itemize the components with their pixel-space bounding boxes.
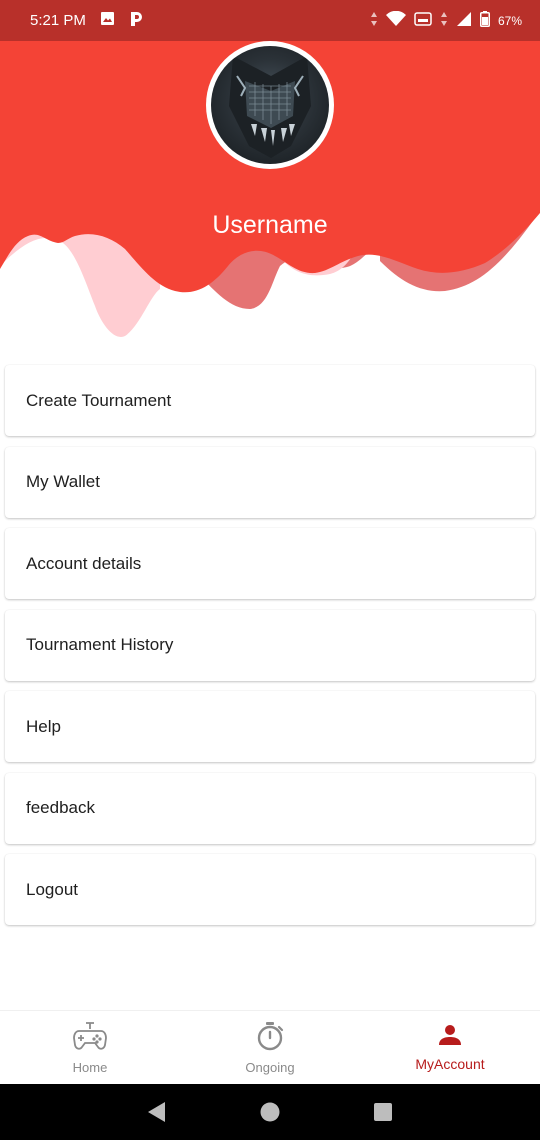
battery-icon — [479, 11, 490, 30]
tab-home-label: Home — [72, 1059, 108, 1075]
gamepad-icon — [73, 1021, 107, 1056]
volte-icon — [414, 11, 432, 30]
person-icon — [438, 1023, 462, 1052]
status-time: 5:21 PM — [30, 12, 86, 29]
masked-face-avatar — [211, 46, 329, 164]
data-arrows-icon-2 — [440, 11, 448, 30]
menu-item-help[interactable]: Help — [5, 691, 535, 762]
image-icon — [100, 11, 115, 30]
tab-myaccount-label: MyAccount — [415, 1056, 485, 1072]
recents-square-icon[interactable] — [371, 1100, 395, 1124]
account-menu: Create Tournament My Wallet Account deta… — [5, 365, 535, 936]
status-bar: 5:21 PM 67% — [0, 0, 540, 41]
home-circle-icon[interactable] — [258, 1100, 282, 1124]
avatar[interactable] — [206, 41, 334, 169]
menu-item-my-wallet[interactable]: My Wallet — [5, 446, 535, 518]
bottom-nav: Home Ongoing MyAccount — [0, 1010, 540, 1084]
username: Username — [212, 211, 328, 239]
menu-item-create-tournament[interactable]: Create Tournament — [5, 365, 535, 436]
stopwatch-icon — [256, 1021, 284, 1056]
wifi-icon — [385, 10, 406, 30]
data-arrows-icon — [370, 11, 378, 30]
menu-item-feedback[interactable]: feedback — [5, 772, 535, 844]
tab-home[interactable]: Home — [0, 1011, 180, 1084]
tab-ongoing-label: Ongoing — [245, 1059, 295, 1075]
menu-item-tournament-history[interactable]: Tournament History — [5, 609, 535, 681]
menu-item-account-details[interactable]: Account details — [5, 528, 535, 599]
back-icon[interactable] — [145, 1100, 169, 1124]
battery-percent: 67% — [497, 13, 522, 28]
menu-item-logout[interactable]: Logout — [5, 854, 535, 925]
tab-ongoing[interactable]: Ongoing — [180, 1011, 360, 1084]
system-nav — [0, 1084, 540, 1140]
signal-icon — [456, 11, 472, 30]
p-app-icon — [129, 11, 143, 31]
tab-myaccount[interactable]: MyAccount — [360, 1011, 540, 1084]
